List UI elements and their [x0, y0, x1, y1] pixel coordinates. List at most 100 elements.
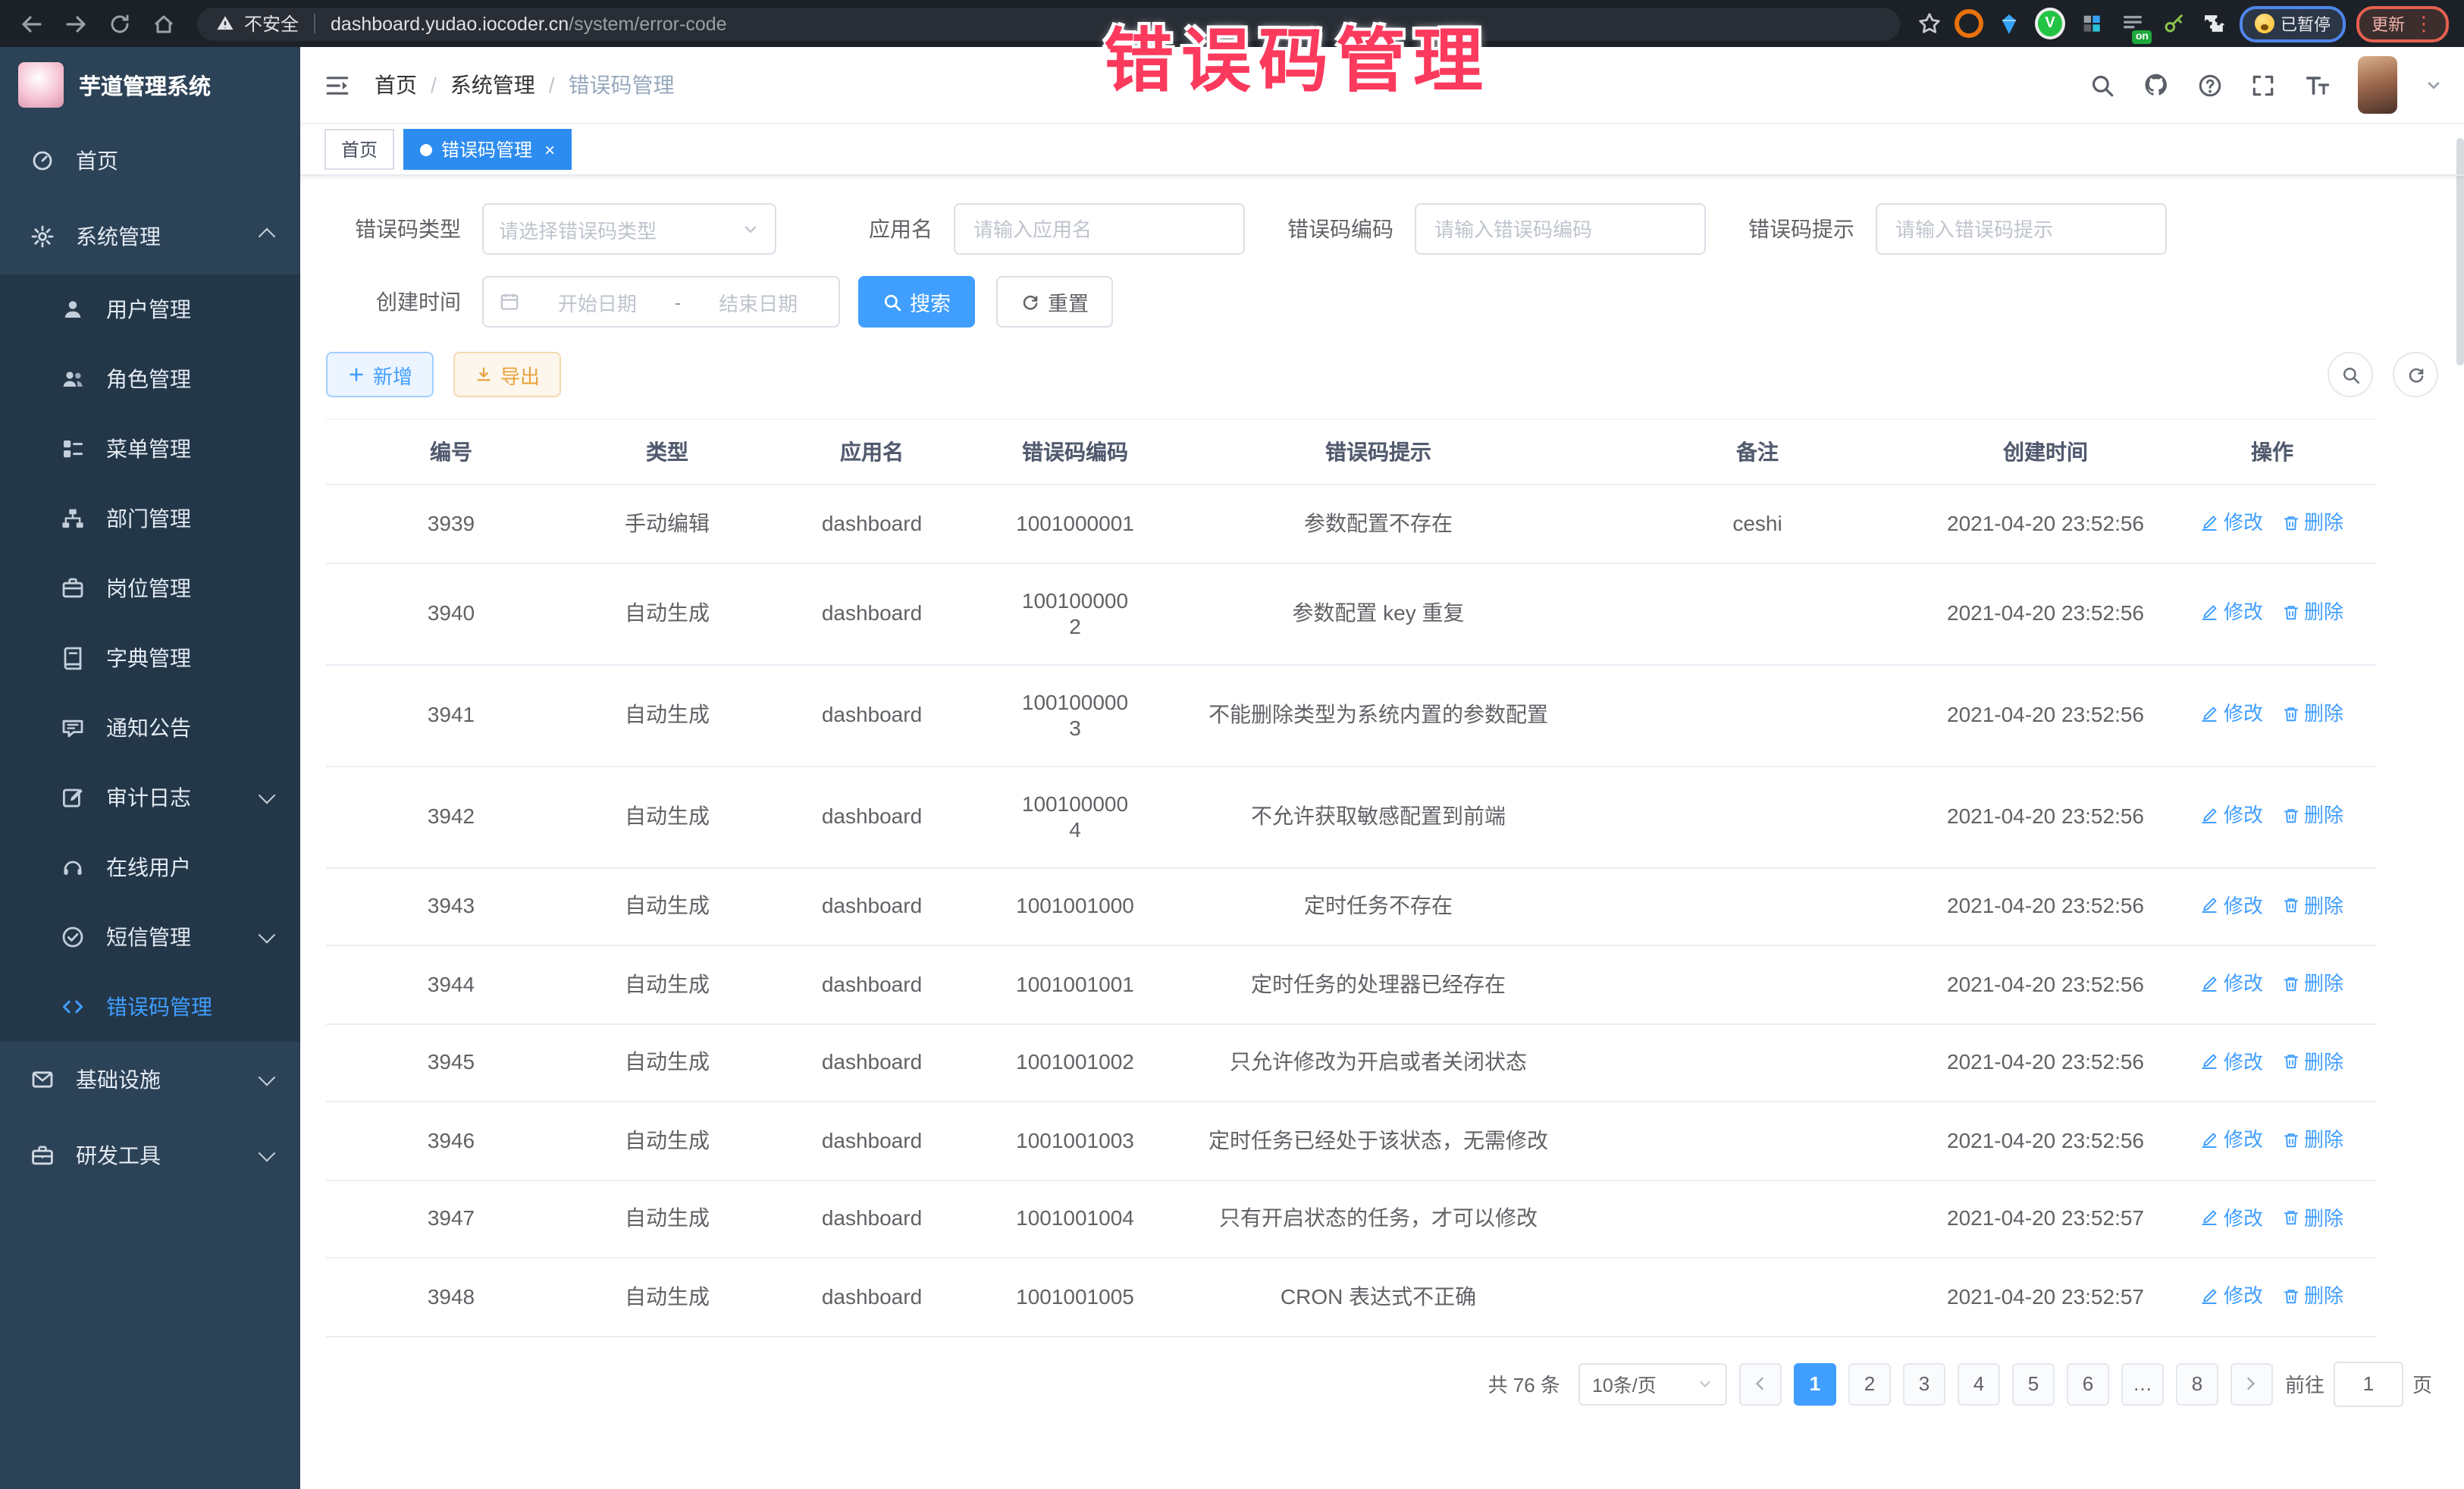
cell-time: 2021-04-20 23:52:57 — [1923, 1180, 2168, 1258]
sidebar-item-org-tree[interactable]: 部门管理 — [0, 484, 300, 553]
delete-link[interactable]: 删除 — [2281, 600, 2343, 625]
page-button-6[interactable]: 6 — [2067, 1362, 2109, 1405]
edit-link[interactable]: 修改 — [2201, 701, 2263, 727]
screenshot: 不安全 dashboard.yudao.iocoder.cn/system/er… — [0, 0, 2464, 1489]
browser-reload-icon[interactable] — [103, 7, 136, 40]
extension-green-icon[interactable]: V — [2035, 8, 2065, 39]
edit-link[interactable]: 修改 — [2201, 803, 2263, 829]
page-button-1[interactable]: 1 — [1794, 1362, 1836, 1405]
goto-page-input[interactable] — [2334, 1361, 2403, 1406]
edit-link[interactable]: 修改 — [2201, 970, 2263, 996]
error-hint-input[interactable] — [1876, 203, 2167, 255]
error-type-select[interactable]: 请选择错误码类型 — [482, 203, 776, 255]
app-name-input[interactable] — [954, 203, 1245, 255]
extension-key-icon[interactable] — [2158, 8, 2188, 39]
cell-type: 自动生成 — [576, 1258, 758, 1336]
extension-list-icon[interactable]: on — [2117, 8, 2147, 39]
browser-back-icon[interactable] — [15, 7, 49, 40]
sidebar-item-menu-list[interactable]: 菜单管理 — [0, 414, 300, 484]
page-button-3[interactable]: 3 — [1903, 1362, 1945, 1405]
search-button[interactable]: 搜索 — [858, 276, 975, 328]
sidebar-item-infrastructure[interactable]: 基础设施 — [0, 1042, 300, 1118]
scrollbar[interactable] — [2456, 47, 2464, 1489]
delete-link[interactable]: 删除 — [2281, 803, 2343, 829]
browser-update-chip[interactable]: 更新⋮ — [2356, 5, 2449, 42]
edit-link[interactable]: 修改 — [2201, 1049, 2263, 1074]
sidebar-item-error-code[interactable]: 错误码管理 — [0, 972, 300, 1042]
chevron-down-icon[interactable] — [2425, 76, 2443, 94]
date-range-picker[interactable]: 开始日期 - 结束日期 — [482, 276, 840, 328]
edit-link[interactable]: 修改 — [2201, 1205, 2263, 1230]
sidebar-item-dev-tools[interactable]: 研发工具 — [0, 1118, 300, 1193]
browser-forward-icon[interactable] — [59, 7, 92, 40]
github-icon[interactable] — [2143, 71, 2170, 99]
sidebar-item-user[interactable]: 用户管理 — [0, 274, 300, 344]
delete-link[interactable]: 删除 — [2281, 970, 2343, 996]
close-icon[interactable]: × — [544, 139, 555, 160]
sidebar-item-roles[interactable]: 角色管理 — [0, 344, 300, 414]
prev-page-button[interactable] — [1739, 1362, 1782, 1405]
url-text[interactable]: dashboard.yudao.iocoder.cn/system/error-… — [331, 13, 727, 34]
edit-icon — [2201, 1287, 2219, 1305]
header-search-icon[interactable] — [2089, 72, 2115, 98]
table-row: 3943自动生成dashboard1001001000定时任务不存在2021-0… — [326, 867, 2376, 945]
hamburger-icon[interactable] — [324, 72, 350, 98]
edit-link[interactable]: 修改 — [2201, 1127, 2263, 1152]
sidebar-item-post[interactable]: 岗位管理 — [0, 553, 300, 623]
edit-link[interactable]: 修改 — [2201, 509, 2263, 535]
app-logo[interactable]: 芋道管理系统 — [0, 47, 300, 123]
extension-orange-icon[interactable] — [1953, 8, 1983, 39]
extension-gem-icon[interactable] — [1994, 8, 2024, 39]
show-search-toggle-button[interactable] — [2328, 352, 2373, 397]
delete-link[interactable]: 删除 — [2281, 1205, 2343, 1230]
font-size-icon[interactable] — [2303, 71, 2331, 99]
more-pages-button[interactable]: … — [2121, 1362, 2164, 1405]
error-code-input[interactable] — [1415, 203, 1706, 255]
delete-link[interactable]: 删除 — [2281, 701, 2343, 727]
sidebar-item-announcement[interactable]: 通知公告 — [0, 693, 300, 763]
page-button-5[interactable]: 5 — [2012, 1362, 2055, 1405]
address-bar[interactable]: 不安全 dashboard.yudao.iocoder.cn/system/er… — [197, 7, 1900, 40]
fullscreen-icon[interactable] — [2250, 72, 2276, 98]
page-size-select[interactable]: 10条/页 — [1578, 1362, 1727, 1405]
refresh-table-button[interactable] — [2393, 352, 2438, 397]
help-icon[interactable] — [2197, 72, 2223, 98]
security-label[interactable]: 不安全 — [244, 11, 299, 36]
delete-link[interactable]: 删除 — [2281, 1283, 2343, 1309]
tab-home[interactable]: 首页 — [324, 129, 394, 170]
date-start-placeholder[interactable]: 开始日期 — [532, 287, 663, 316]
reset-button[interactable]: 重置 — [996, 276, 1113, 328]
delete-link[interactable]: 删除 — [2281, 509, 2343, 535]
profile-paused-chip[interactable]: 已暂停 — [2240, 5, 2346, 42]
sidebar-item-dictionary[interactable]: 字典管理 — [0, 623, 300, 693]
tab-error-code[interactable]: 错误码管理× — [403, 129, 572, 170]
edit-link[interactable]: 修改 — [2201, 892, 2263, 918]
delete-link[interactable]: 删除 — [2281, 1127, 2343, 1152]
warning-triangle-icon — [215, 14, 235, 33]
add-button[interactable]: 新增 — [326, 352, 434, 397]
delete-link[interactable]: 删除 — [2281, 1049, 2343, 1074]
edit-link-label: 修改 — [2224, 1127, 2263, 1152]
sidebar-item-dashboard[interactable]: 首页 — [0, 123, 300, 199]
breadcrumb-home[interactable]: 首页 — [375, 70, 417, 100]
next-page-button[interactable] — [2230, 1362, 2273, 1405]
page-button-2[interactable]: 2 — [1848, 1362, 1891, 1405]
breadcrumb-system[interactable]: 系统管理 — [450, 70, 535, 100]
table-row: 3939手动编辑dashboard1001000001参数配置不存在ceshi2… — [326, 484, 2376, 563]
browser-home-icon[interactable] — [147, 7, 180, 40]
sidebar-item-audit-log[interactable]: 审计日志 — [0, 763, 300, 832]
user-avatar[interactable] — [2358, 56, 2397, 114]
extensions-puzzle-icon[interactable] — [2199, 8, 2229, 39]
sidebar-item-online-users[interactable]: 在线用户 — [0, 832, 300, 902]
sidebar-item-sms[interactable]: 短信管理 — [0, 902, 300, 972]
page-button-4[interactable]: 4 — [1958, 1362, 2000, 1405]
edit-link[interactable]: 修改 — [2201, 600, 2263, 625]
extension-grid-icon[interactable] — [2076, 8, 2106, 39]
delete-link[interactable]: 删除 — [2281, 892, 2343, 918]
sidebar-item-gear[interactable]: 系统管理 — [0, 199, 300, 274]
export-button[interactable]: 导出 — [453, 352, 561, 397]
edit-link[interactable]: 修改 — [2201, 1283, 2263, 1309]
page-button-8[interactable]: 8 — [2176, 1362, 2218, 1405]
bookmark-star-icon[interactable] — [1917, 11, 1942, 36]
date-end-placeholder[interactable]: 结束日期 — [693, 287, 823, 316]
